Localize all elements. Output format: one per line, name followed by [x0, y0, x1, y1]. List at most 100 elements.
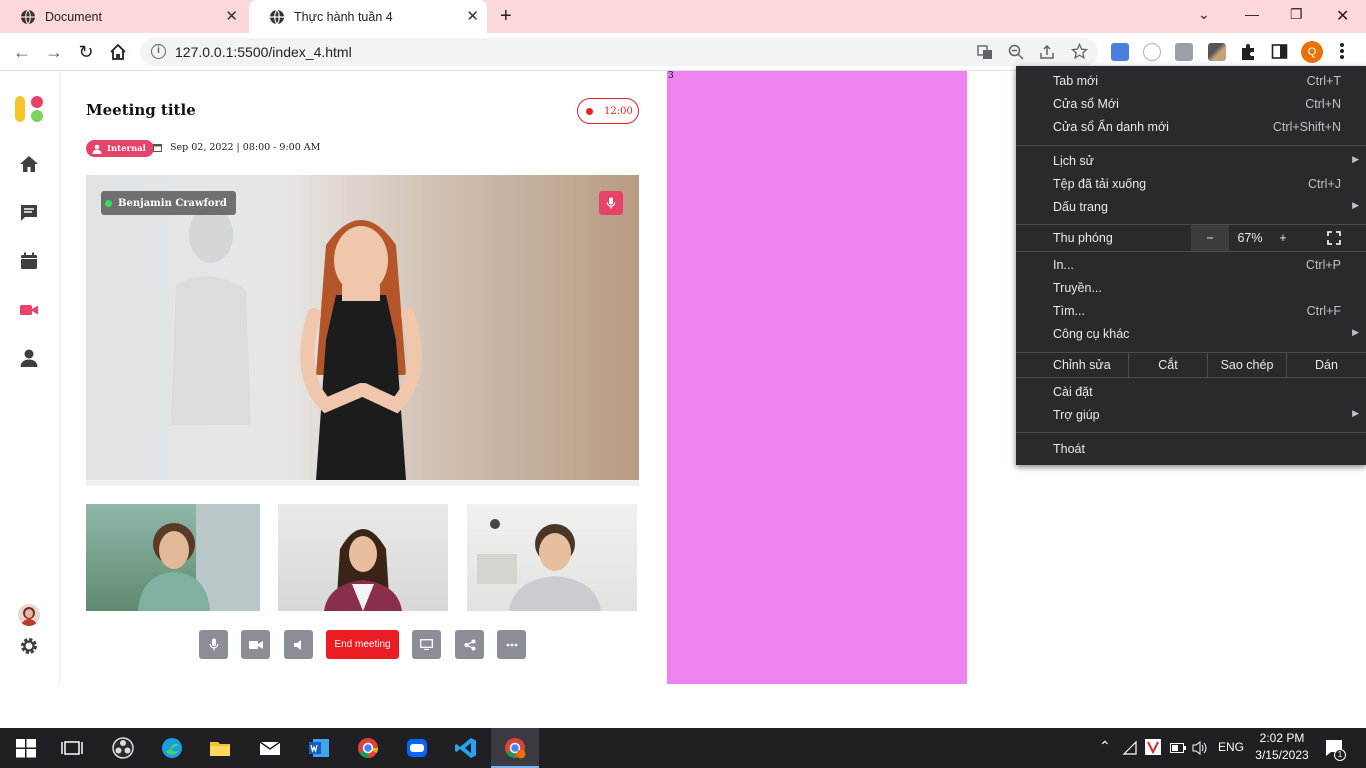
menu-item-settings[interactable]: Cài đặt	[1016, 382, 1366, 404]
edit-label: Chỉnh sửa	[1053, 358, 1111, 372]
menu-item-help[interactable]: Trợ giúp ▶	[1016, 405, 1366, 427]
minimize-icon[interactable]: —	[1245, 6, 1259, 22]
speaker-photo	[86, 175, 422, 480]
share-icon[interactable]	[1039, 44, 1055, 60]
video-camera-icon	[248, 640, 263, 649]
menu-item-find[interactable]: Tìm... Ctrl+F	[1016, 301, 1366, 323]
mail-icon[interactable]	[258, 736, 282, 760]
show-hidden-icons-chevron[interactable]: ⌃	[1099, 738, 1111, 755]
menu-item-new-tab[interactable]: Tab mới Ctrl+T	[1016, 71, 1366, 93]
user-avatar[interactable]	[18, 604, 40, 626]
menu-item-label: Dấu trang	[1053, 200, 1108, 214]
menu-item-shortcut: Ctrl+T	[1306, 74, 1341, 88]
end-meeting-button[interactable]: End meeting	[326, 630, 399, 659]
more-options-button[interactable]	[497, 630, 526, 659]
new-tab-icon[interactable]: +	[500, 6, 512, 26]
chat-icon[interactable]	[19, 203, 39, 223]
speaker-toggle-button[interactable]	[284, 630, 313, 659]
video-camera-icon[interactable]	[19, 300, 39, 320]
tab-active[interactable]: Thực hành tuần 4 ✕	[249, 0, 487, 33]
camera-toggle-button[interactable]	[241, 630, 270, 659]
menu-item-new-window[interactable]: Cửa sổ Mới Ctrl+N	[1016, 94, 1366, 116]
chrome-icon[interactable]	[356, 736, 380, 760]
menu-separator	[1016, 145, 1366, 146]
menu-item-more-tools[interactable]: Công cụ khác ▶	[1016, 324, 1366, 346]
window-close-icon[interactable]: ✕	[1336, 6, 1349, 26]
site-info-icon[interactable]: i	[151, 44, 166, 59]
home-icon[interactable]	[108, 42, 128, 62]
task-view-icon[interactable]	[60, 736, 84, 760]
main-speaker-video[interactable]: Benjamin Crawford	[86, 175, 639, 480]
taskbar-clock[interactable]: 2:02 PM 3/15/2023	[1253, 730, 1311, 764]
extensions-puzzle-icon[interactable]	[1239, 43, 1257, 61]
zoom-in-button[interactable]: +	[1269, 225, 1297, 251]
menu-item-label: Tab mới	[1053, 74, 1099, 88]
side-panel-icon[interactable]	[1271, 43, 1288, 60]
menu-item-cast[interactable]: Truyền...	[1016, 278, 1366, 300]
file-explorer-icon[interactable]	[208, 736, 232, 760]
zoom-level: 67%	[1237, 231, 1263, 245]
screen-share-button[interactable]	[412, 630, 441, 659]
menu-item-incognito[interactable]: Cửa sổ Ẩn danh mới Ctrl+Shift+N	[1016, 117, 1366, 139]
cut-button[interactable]: Cắt	[1128, 353, 1207, 377]
microphone-icon	[209, 638, 218, 651]
ellipsis-icon	[506, 643, 517, 646]
obs-icon[interactable]	[111, 736, 135, 760]
internal-badge: Internal	[86, 140, 154, 157]
menu-item-history[interactable]: Lịch sử ▶	[1016, 151, 1366, 173]
word-icon[interactable]	[307, 736, 331, 760]
restore-icon[interactable]: ❐	[1290, 6, 1303, 23]
windows-start-icon[interactable]	[14, 736, 38, 760]
address-bar[interactable]: i 127.0.0.1:5500/index_4.html	[140, 38, 1098, 66]
windows-taskbar: ⌃ ENG 2:02 PM 3/15/2023 1	[0, 728, 1366, 768]
speaker-mic-button[interactable]	[599, 191, 623, 215]
tab-search-chevron-icon[interactable]: ⌄	[1198, 6, 1210, 23]
compass-extension-icon[interactable]	[1143, 43, 1161, 61]
zoom-out-button[interactable]: −	[1191, 225, 1229, 251]
menu-separator	[1016, 432, 1366, 433]
copy-button[interactable]: Sao chép	[1207, 353, 1286, 377]
participant-thumbnail-2[interactable]	[278, 504, 448, 611]
back-icon[interactable]: ←	[12, 42, 32, 62]
profile-avatar[interactable]: Q	[1301, 41, 1323, 63]
mic-toggle-button[interactable]	[199, 630, 228, 659]
zalo-icon[interactable]	[405, 736, 429, 760]
vscode-icon[interactable]	[454, 736, 478, 760]
volume-icon[interactable]	[1192, 740, 1208, 756]
zoom-out-icon[interactable]	[1008, 44, 1024, 60]
reload-icon[interactable]: ↻	[76, 42, 96, 62]
menu-item-downloads[interactable]: Tệp đã tải xuống Ctrl+J	[1016, 174, 1366, 196]
menu-item-shortcut: Ctrl+Shift+N	[1272, 120, 1341, 134]
settings-gear-icon[interactable]	[19, 636, 39, 656]
chrome-menu-kebab-icon[interactable]	[1340, 43, 1344, 59]
menu-item-print[interactable]: In... Ctrl+P	[1016, 255, 1366, 277]
language-indicator[interactable]: ENG	[1218, 740, 1244, 754]
battery-icon[interactable]	[1170, 743, 1186, 753]
network-icon[interactable]	[1122, 741, 1138, 755]
participant-thumbnail-1[interactable]	[86, 504, 260, 611]
menu-item-bookmarks[interactable]: Dấu trang ▶	[1016, 197, 1366, 219]
translate-icon[interactable]	[977, 44, 993, 60]
participant-thumbnail-3[interactable]	[467, 504, 637, 611]
forward-icon[interactable]: →	[44, 42, 64, 62]
google-translate-extension-icon[interactable]	[1111, 43, 1129, 61]
app-logo-icon	[15, 96, 43, 122]
close-icon[interactable]: ✕	[466, 9, 479, 24]
paste-button[interactable]: Dán	[1286, 353, 1366, 377]
tab-document[interactable]: Document ✕	[0, 0, 246, 33]
clock-date: 3/15/2023	[1255, 748, 1309, 762]
user-icon[interactable]	[19, 348, 39, 368]
fullscreen-button[interactable]	[1319, 225, 1349, 251]
menu-item-exit[interactable]: Thoát	[1016, 439, 1366, 461]
home-icon[interactable]	[19, 154, 39, 174]
image-extension-icon[interactable]	[1175, 43, 1193, 61]
eyedropper-extension-icon[interactable]	[1208, 43, 1226, 61]
chrome-profile-icon	[505, 738, 526, 759]
share-button[interactable]	[455, 630, 484, 659]
bookmark-star-icon[interactable]	[1071, 43, 1088, 60]
active-taskbar-item[interactable]	[491, 728, 539, 768]
close-icon[interactable]: ✕	[225, 9, 238, 24]
edge-icon[interactable]	[160, 736, 184, 760]
antivirus-tray-icon[interactable]	[1145, 739, 1161, 755]
calendar-icon[interactable]	[19, 251, 39, 271]
